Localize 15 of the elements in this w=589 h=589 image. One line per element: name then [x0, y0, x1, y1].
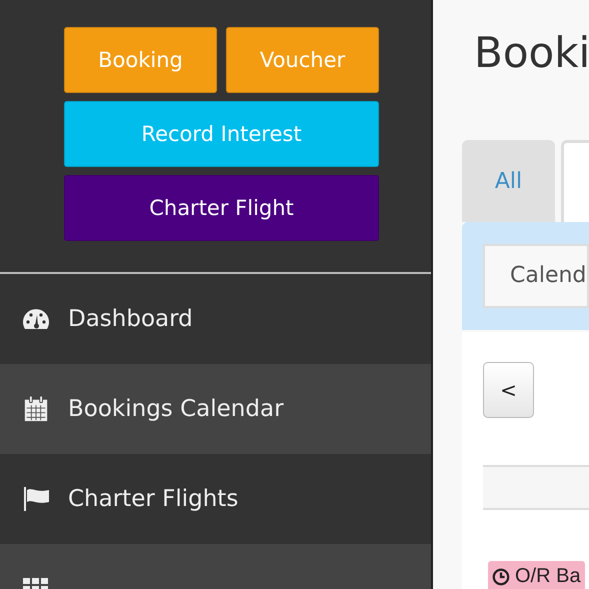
flag-icon [22, 486, 50, 512]
sidebar-item[interactable]: Charter Flights [0, 454, 431, 544]
gauge-icon [22, 306, 50, 332]
calendar-icon [22, 396, 50, 422]
event-badge[interactable]: O/R Ba [488, 561, 585, 589]
view-select[interactable]: Calend [483, 244, 589, 308]
sidebar-item-label: Dashboard [68, 306, 193, 332]
clock-icon [492, 568, 510, 586]
sidebar-item[interactable]: Dashboard [0, 274, 431, 364]
sidebar-item[interactable]: Bookings Calendar [0, 364, 431, 454]
sidebar-item-label: Charter Flights [68, 486, 238, 512]
action-button[interactable]: Charter Flight [64, 175, 379, 241]
page-title: Booki [474, 27, 589, 79]
previous-button[interactable]: < [483, 362, 534, 418]
sidebar-item-label: Bookings Calendar [68, 396, 284, 422]
